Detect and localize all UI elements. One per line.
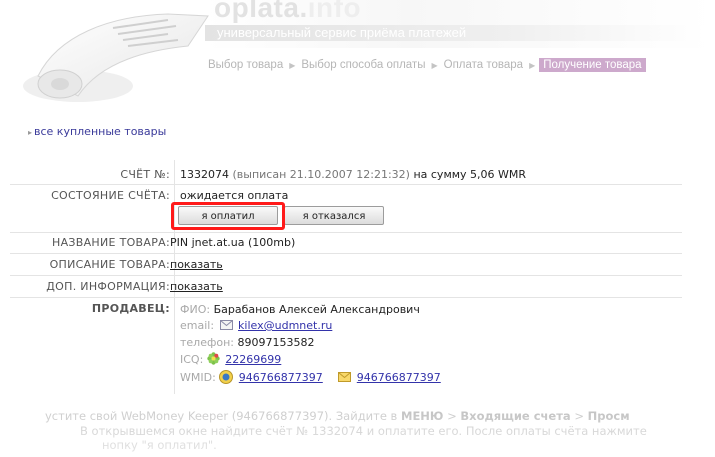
- product-name-label: НАЗВАНИЕ ТОВАРА:: [52, 236, 170, 249]
- product-name: PIN jnet.at.ua (100mb): [170, 236, 296, 249]
- product-desc-label: ОПИСАНИЕ ТОВАРА:: [49, 258, 170, 271]
- envelope-icon: [219, 320, 233, 330]
- step-arrow-icon: ▶: [289, 60, 296, 70]
- instructions-sep-2: >: [570, 409, 588, 423]
- row-separator: [10, 275, 682, 276]
- seller-icq-link[interactable]: 22269699: [225, 353, 281, 366]
- paid-button-highlight: [171, 202, 285, 230]
- seller-fio: ФИО: Барабанов Алексей Александрович: [180, 303, 420, 316]
- instructions-line-1: устите свой WebMoney Keeper (94676687739…: [45, 409, 630, 423]
- seller-phone-value: 89097153582: [237, 336, 315, 349]
- row-separator: [10, 232, 682, 233]
- product-desc-link[interactable]: показать: [170, 258, 223, 271]
- instructions-inbox: Входящие счета: [460, 409, 571, 423]
- extra-info-label: ДОП. ИНФОРМАЦИЯ:: [46, 280, 170, 293]
- seller-icq: ICQ: 22269699: [180, 352, 281, 366]
- column-divider: [174, 160, 175, 394]
- invoice-value: 1332074 (выписан 21.10.2007 12:21:32) на…: [180, 168, 526, 181]
- payment-instructions: устите свой WebMoney Keeper (94676687739…: [0, 400, 715, 457]
- invoice-sum-prefix: на сумму: [413, 168, 467, 181]
- all-purchased-link[interactable]: ▸ все купленные товары: [28, 125, 166, 138]
- invoice-issued: (выписан 21.10.2007 12:21:32): [232, 168, 410, 181]
- step-payment: Оплата товара: [443, 59, 524, 71]
- seller-wmid-key: WMID:: [180, 371, 216, 384]
- bullet-arrow-icon: ▸: [28, 128, 33, 137]
- refused-button[interactable]: я отказался: [284, 206, 384, 225]
- site-tagline: универсальный сервис приёма платежей: [205, 25, 705, 41]
- seller-email-key: email:: [180, 319, 215, 332]
- seller-label: ПРОДАВЕЦ:: [91, 302, 170, 315]
- seller-phone-key: телефон:: [180, 336, 235, 349]
- webmoney-icon: [219, 370, 234, 384]
- seller-email-link[interactable]: kilex@udmnet.ru: [238, 319, 332, 332]
- seller-wmid-mail-link[interactable]: 946766877397: [357, 371, 441, 384]
- step-arrow-icon: ▶: [529, 60, 536, 70]
- wm-mail-icon: [338, 372, 352, 382]
- step-choose-payment: Выбор способа оплаты: [301, 59, 426, 71]
- brand-suffix: info: [307, 0, 362, 23]
- state-value: ожидается оплата: [180, 189, 289, 202]
- instructions-line-1-text: устите свой WebMoney Keeper (94676687739…: [45, 409, 398, 423]
- row-separator: [10, 297, 682, 298]
- extra-info-link[interactable]: показать: [170, 280, 223, 293]
- invoice-number: 1332074: [180, 168, 229, 181]
- step-arrow-icon: ▶: [431, 60, 438, 70]
- step-receive-product: Получение товара: [539, 58, 646, 72]
- invoice-sum: 5,06 WMR: [470, 168, 527, 181]
- row-separator: [10, 253, 682, 254]
- site-logo[interactable]: oplata.info: [214, 0, 362, 23]
- receipt-roll-illustration: [23, 13, 209, 102]
- seller-icq-key: ICQ:: [180, 353, 204, 366]
- brand-name: oplata.: [214, 0, 308, 23]
- step-choose-product: Выбор товара: [208, 59, 284, 71]
- header: oplata.info универсальный сервис приёма …: [0, 0, 715, 110]
- seller-email: email: kilex@udmnet.ru: [180, 319, 332, 332]
- instructions-view: Просм: [587, 409, 630, 423]
- all-purchased-label: все купленные товары: [34, 125, 167, 138]
- seller-wmid: WMID: 946766877397 946766877397: [180, 370, 441, 384]
- instructions-line-3: нопку "я оплатил".: [102, 438, 217, 452]
- seller-phone: телефон: 89097153582: [180, 336, 315, 349]
- state-label: СОСТОЯНИЕ СЧЁТА:: [51, 189, 170, 202]
- instructions-menu: МЕНЮ: [401, 409, 444, 423]
- row-separator: [10, 184, 682, 185]
- instructions-line-2: В открывшемся окне найдите счёт № 133207…: [80, 424, 647, 438]
- invoice-label: СЧЁТ №:: [120, 168, 170, 181]
- seller-fio-value: Барабанов Алексей Александрович: [213, 303, 420, 316]
- seller-wmid-link[interactable]: 946766877397: [239, 371, 323, 384]
- icq-flower-icon: [207, 352, 220, 365]
- instructions-sep-1: >: [443, 409, 461, 423]
- checkout-steps: Выбор товара ▶ Выбор способа оплаты ▶ Оп…: [206, 57, 646, 73]
- seller-fio-key: ФИО:: [180, 303, 211, 316]
